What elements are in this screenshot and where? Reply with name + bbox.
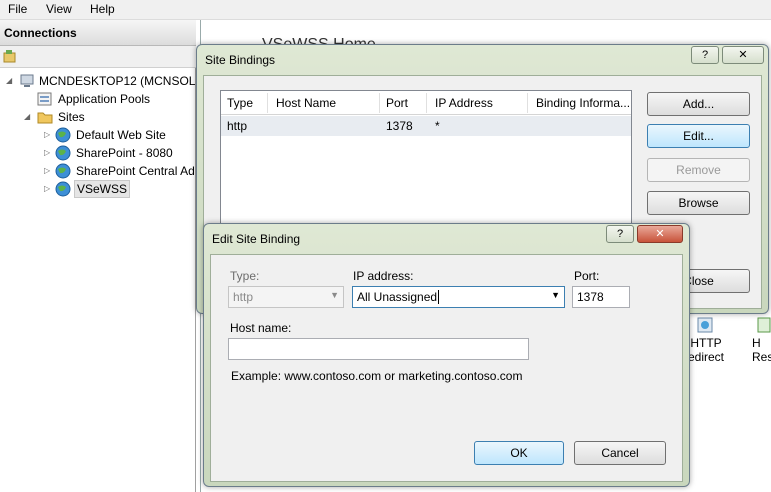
tree-item-label: SharePoint Central Ad — [76, 164, 195, 178]
response-headers-icon — [757, 317, 771, 333]
tree-item-sites[interactable]: ◢ Sites — [22, 108, 196, 126]
server-icon — [20, 74, 34, 87]
http-redirect-icon — [697, 317, 713, 333]
tree-item-label: MCNDESKTOP12 (MCNSOLU — [39, 74, 205, 88]
globe-icon — [55, 181, 71, 197]
edit-site-binding-dialog: Edit Site Binding ? ✕ Type: http ▼ IP ad… — [203, 223, 690, 487]
help-button[interactable]: ? — [606, 225, 634, 243]
help-button[interactable]: ? — [691, 46, 719, 64]
column-header-ip-address[interactable]: IP Address — [435, 96, 493, 110]
tree-item-site[interactable]: ▷ SharePoint Central Ad — [42, 162, 196, 180]
help-icon: ? — [701, 49, 709, 61]
type-label: Type: — [230, 269, 260, 283]
tree-item-server[interactable]: ◢ MCNDESKTOP12 (MCNSOLU — [6, 72, 204, 90]
host-name-input[interactable] — [228, 338, 529, 360]
port-input[interactable]: 1378 — [572, 286, 630, 308]
menu-help[interactable]: Help — [90, 2, 115, 16]
tree-item-label: Default Web Site — [76, 128, 166, 142]
cell-port: 1378 — [386, 119, 413, 133]
edit-button[interactable]: Edit... — [647, 124, 750, 148]
add-button[interactable]: Add... — [647, 92, 750, 116]
close-icon: ✕ — [738, 49, 748, 61]
tree-item-label: VSeWSS — [74, 180, 131, 198]
feature-http-redirect[interactable]: HTTP edirect — [686, 316, 726, 364]
connections-header: Connections — [0, 20, 196, 46]
expand-icon[interactable]: ▷ — [44, 166, 52, 176]
dropdown-arrow-icon: ▼ — [330, 290, 339, 300]
type-select[interactable]: http ▼ — [228, 286, 344, 308]
browse-button[interactable]: Browse — [647, 191, 750, 215]
column-header-host-name[interactable]: Host Name — [276, 96, 336, 110]
type-select-value: http — [233, 290, 254, 304]
column-header-binding-info[interactable]: Binding Informa... — [536, 96, 630, 110]
tree-item-label: Sites — [58, 110, 85, 124]
tree-item-site-selected[interactable]: ▷ VSeWSS — [42, 180, 196, 198]
globe-icon — [55, 145, 71, 161]
menu-file[interactable]: File — [8, 2, 27, 16]
menu-view[interactable]: View — [46, 2, 72, 16]
ip-address-select-value: All Unassigned — [357, 290, 440, 304]
close-window-button[interactable]: ✕ — [637, 225, 683, 243]
cancel-button[interactable]: Cancel — [574, 441, 666, 465]
tree-item-site[interactable]: ▷ SharePoint - 8080 — [42, 144, 196, 162]
tree-item-site[interactable]: ▷ Default Web Site — [42, 126, 196, 144]
tree-item-label: SharePoint - 8080 — [76, 146, 173, 160]
remove-button[interactable]: Remove — [647, 158, 750, 182]
table-row[interactable]: http 1378 * — [221, 116, 631, 136]
cell-ip-address: * — [435, 119, 440, 133]
dropdown-arrow-icon: ▼ — [551, 290, 560, 300]
expand-icon[interactable]: ▷ — [44, 130, 52, 140]
expand-icon[interactable]: ▷ — [44, 148, 52, 158]
tree-item-application-pools[interactable]: Application Pools — [36, 90, 196, 108]
feature-response-headers[interactable]: H Res — [752, 316, 771, 364]
dialog-title: Site Bindings — [205, 53, 276, 67]
ip-address-label: IP address: — [353, 269, 414, 283]
close-icon: ✕ — [655, 228, 665, 240]
connections-panel: Connections ◢ MCNDESKTOP12 (MCNSOLU Appl… — [0, 20, 204, 492]
host-name-label: Host name: — [230, 321, 292, 335]
tree-item-label: Application Pools — [58, 92, 151, 106]
dialog-title: Edit Site Binding — [212, 232, 301, 246]
globe-icon — [55, 163, 71, 179]
feature-label: edirect — [687, 350, 725, 364]
help-icon: ? — [616, 228, 624, 240]
cell-type: http — [227, 119, 248, 133]
port-label: Port: — [574, 269, 600, 283]
feature-label: Res — [752, 350, 771, 364]
connect-icon[interactable] — [2, 49, 18, 65]
sites-folder-icon — [37, 112, 53, 124]
expand-icon[interactable]: ▷ — [44, 184, 52, 194]
dialog-body: Type: http ▼ IP address: All Unassigned … — [210, 254, 683, 482]
feature-label: HTTP — [690, 336, 722, 350]
ip-address-select[interactable]: All Unassigned ▼ — [352, 286, 565, 308]
connections-toolbar — [0, 46, 196, 68]
close-window-button[interactable]: ✕ — [722, 46, 764, 64]
bindings-list-header: Type Host Name Port IP Address Binding I… — [221, 91, 631, 115]
column-header-type[interactable]: Type — [227, 96, 253, 110]
column-header-port[interactable]: Port — [386, 96, 408, 110]
collapse-icon[interactable]: ◢ — [24, 112, 32, 122]
feature-label: H — [752, 336, 761, 350]
menu-bar: File View Help — [0, 0, 771, 20]
collapse-icon[interactable]: ◢ — [6, 76, 14, 86]
host-name-example: Example: www.contoso.com or marketing.co… — [231, 369, 523, 383]
ok-button[interactable]: OK — [474, 441, 564, 465]
application-pools-icon — [37, 92, 52, 106]
globe-icon — [55, 127, 71, 143]
